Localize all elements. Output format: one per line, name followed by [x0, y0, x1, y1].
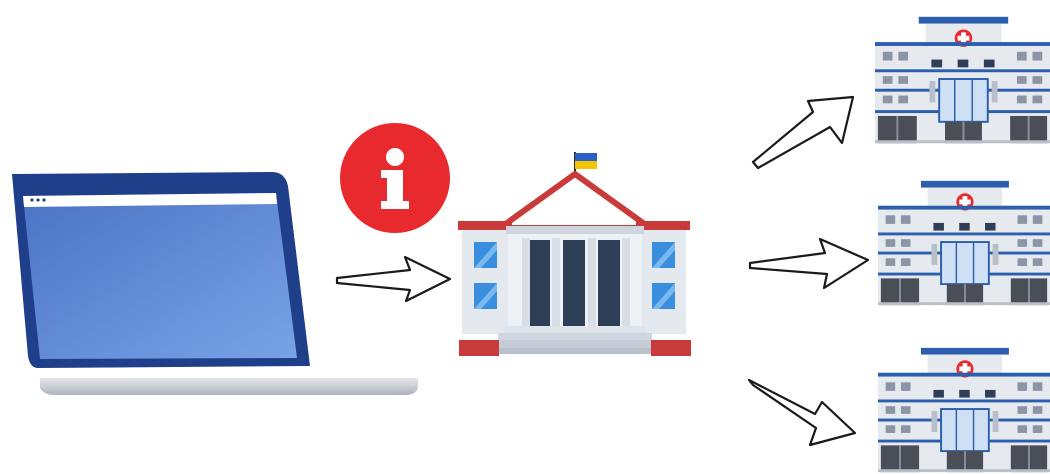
flag-icon	[574, 152, 597, 176]
info-icon	[340, 123, 450, 233]
arrow-down-right-icon	[747, 378, 857, 447]
arrow-up-right-icon	[751, 95, 855, 170]
hospital-icon	[878, 346, 1050, 474]
government-building-icon	[458, 152, 691, 356]
hospital-icon	[875, 15, 1050, 145]
flow-diagram	[12, 15, 1050, 474]
hospital-icon	[878, 179, 1050, 307]
arrow-right-icon	[748, 237, 870, 290]
arrow-right-icon	[335, 255, 452, 303]
